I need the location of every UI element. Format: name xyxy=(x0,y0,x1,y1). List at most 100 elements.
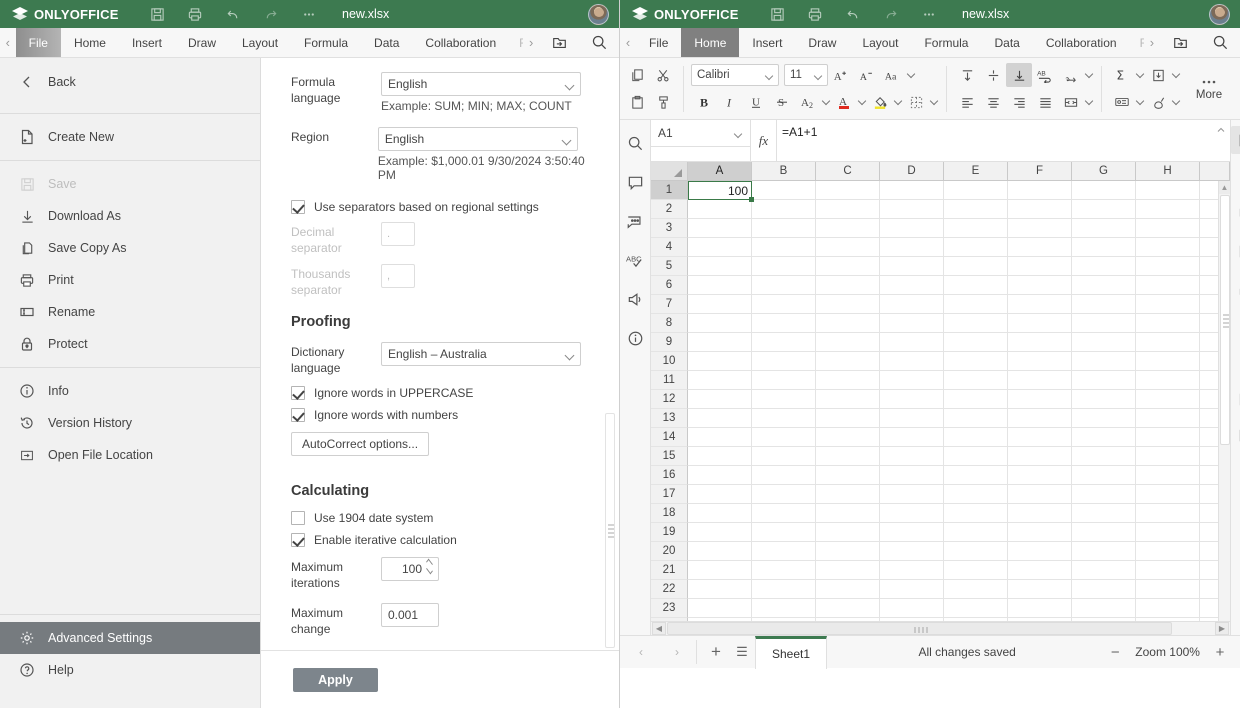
cell-E8[interactable] xyxy=(944,314,1008,333)
menu-item-protect[interactable]: Protect xyxy=(0,328,260,360)
cell-H6[interactable] xyxy=(1136,276,1200,295)
paste-icon[interactable] xyxy=(624,90,650,114)
cell-D10[interactable] xyxy=(880,352,944,371)
search-icon[interactable] xyxy=(579,28,619,58)
chevron-down-icon[interactable] xyxy=(1084,74,1094,77)
sheet-next-icon[interactable]: › xyxy=(664,639,690,665)
cell-E7[interactable] xyxy=(944,295,1008,314)
cell-H1[interactable] xyxy=(1136,181,1200,200)
cell-A4[interactable] xyxy=(688,238,752,257)
row-header-18[interactable]: 18 xyxy=(651,504,688,523)
cell-F24[interactable] xyxy=(1008,618,1072,621)
cell-A15[interactable] xyxy=(688,447,752,466)
cell-D9[interactable] xyxy=(880,333,944,352)
ignore-uppercase-row[interactable]: Ignore words in UPPERCASE xyxy=(291,386,598,400)
max-iterations-input[interactable] xyxy=(382,562,422,576)
tab-layout[interactable]: Layout xyxy=(229,28,291,57)
cell-C9[interactable] xyxy=(816,333,880,352)
cell-B14[interactable] xyxy=(752,428,816,447)
cell-H3[interactable] xyxy=(1136,219,1200,238)
cell-A16[interactable] xyxy=(688,466,752,485)
cell-C2[interactable] xyxy=(816,200,880,219)
cell-B7[interactable] xyxy=(752,295,816,314)
row-header-9[interactable]: 9 xyxy=(651,333,688,352)
tab-overflow-partial[interactable]: F xyxy=(1130,28,1144,57)
change-case-icon[interactable]: Aa xyxy=(880,63,906,87)
cell-F11[interactable] xyxy=(1008,371,1072,390)
cell-G1[interactable] xyxy=(1072,181,1136,200)
cell-H19[interactable] xyxy=(1136,523,1200,542)
cell-C1[interactable] xyxy=(816,181,880,200)
bold-icon[interactable]: B xyxy=(691,90,717,114)
sheet-tab-sheet1[interactable]: Sheet1 xyxy=(755,636,827,669)
cell-D23[interactable] xyxy=(880,599,944,618)
row-header-14[interactable]: 14 xyxy=(651,428,688,447)
save-icon[interactable] xyxy=(758,0,796,28)
iterative-calc-row[interactable]: Enable iterative calculation xyxy=(291,533,598,547)
subscript-icon[interactable]: A2 xyxy=(795,90,821,114)
align-top-icon[interactable] xyxy=(954,63,980,87)
cell-F13[interactable] xyxy=(1008,409,1072,428)
paragraph-settings-icon[interactable]: ¶ xyxy=(1231,311,1240,339)
cell-F19[interactable] xyxy=(1008,523,1072,542)
ignore-numbers-row[interactable]: Ignore words with numbers xyxy=(291,408,598,422)
font-name-select[interactable]: Calibri xyxy=(691,64,779,86)
print-icon[interactable] xyxy=(796,0,834,28)
chevron-down-icon[interactable] xyxy=(1171,101,1181,104)
cell-E4[interactable] xyxy=(944,238,1008,257)
cell-A14[interactable] xyxy=(688,428,752,447)
row-header-4[interactable]: 4 xyxy=(651,238,688,257)
more-toolbar-button[interactable]: More xyxy=(1182,61,1236,117)
hscroll-track[interactable] xyxy=(667,622,1214,635)
cell-A10[interactable] xyxy=(688,352,752,371)
cell-E11[interactable] xyxy=(944,371,1008,390)
row-header-2[interactable]: 2 xyxy=(651,200,688,219)
cell-A23[interactable] xyxy=(688,599,752,618)
cell-C14[interactable] xyxy=(816,428,880,447)
cell-E24[interactable] xyxy=(944,618,1008,621)
vscroll-thumb[interactable] xyxy=(1220,195,1230,445)
cell-G8[interactable] xyxy=(1072,314,1136,333)
column-header-partial[interactable] xyxy=(1200,162,1230,181)
cell-F14[interactable] xyxy=(1008,428,1072,447)
use-1904-date-checkbox[interactable] xyxy=(291,511,305,525)
borders-icon[interactable] xyxy=(903,90,929,114)
image-settings-icon[interactable] xyxy=(1231,237,1240,265)
cell-H9[interactable] xyxy=(1136,333,1200,352)
cell-B19[interactable] xyxy=(752,523,816,542)
cell-H24[interactable] xyxy=(1136,618,1200,621)
row-header-10[interactable]: 10 xyxy=(651,352,688,371)
more-icon[interactable] xyxy=(910,0,948,28)
italic-icon[interactable]: I xyxy=(717,90,743,114)
shape-settings-icon[interactable] xyxy=(1231,200,1240,228)
cell-D20[interactable] xyxy=(880,542,944,561)
cell-E20[interactable] xyxy=(944,542,1008,561)
max-change-input[interactable] xyxy=(381,603,439,627)
row-header-23[interactable]: 23 xyxy=(651,599,688,618)
cell-B12[interactable] xyxy=(752,390,816,409)
cell-G22[interactable] xyxy=(1072,580,1136,599)
cell-A18[interactable] xyxy=(688,504,752,523)
dictionary-language-select[interactable]: English – Australia xyxy=(381,342,581,366)
formula-language-select[interactable]: English xyxy=(381,72,581,96)
sheet-prev-icon[interactable]: ‹ xyxy=(628,639,654,665)
menu-item-download-as[interactable]: Download As xyxy=(0,200,260,232)
cell-G24[interactable] xyxy=(1072,618,1136,621)
column-header-H[interactable]: H xyxy=(1136,162,1200,181)
max-iterations-stepper[interactable] xyxy=(381,557,439,581)
cell-C13[interactable] xyxy=(816,409,880,428)
feedback-icon[interactable] xyxy=(620,286,650,313)
redo-icon[interactable] xyxy=(872,0,910,28)
cell-C3[interactable] xyxy=(816,219,880,238)
cell-F15[interactable] xyxy=(1008,447,1072,466)
cell-H14[interactable] xyxy=(1136,428,1200,447)
align-center-icon[interactable] xyxy=(980,90,1006,114)
tabs-prev-arrow-icon[interactable]: ‹ xyxy=(620,28,636,57)
row-header-22[interactable]: 22 xyxy=(651,580,688,599)
cell-C17[interactable] xyxy=(816,485,880,504)
cell-H22[interactable] xyxy=(1136,580,1200,599)
cell-B3[interactable] xyxy=(752,219,816,238)
align-right-icon[interactable] xyxy=(1006,90,1032,114)
cell-H5[interactable] xyxy=(1136,257,1200,276)
add-sheet-button[interactable]: + xyxy=(703,639,729,665)
